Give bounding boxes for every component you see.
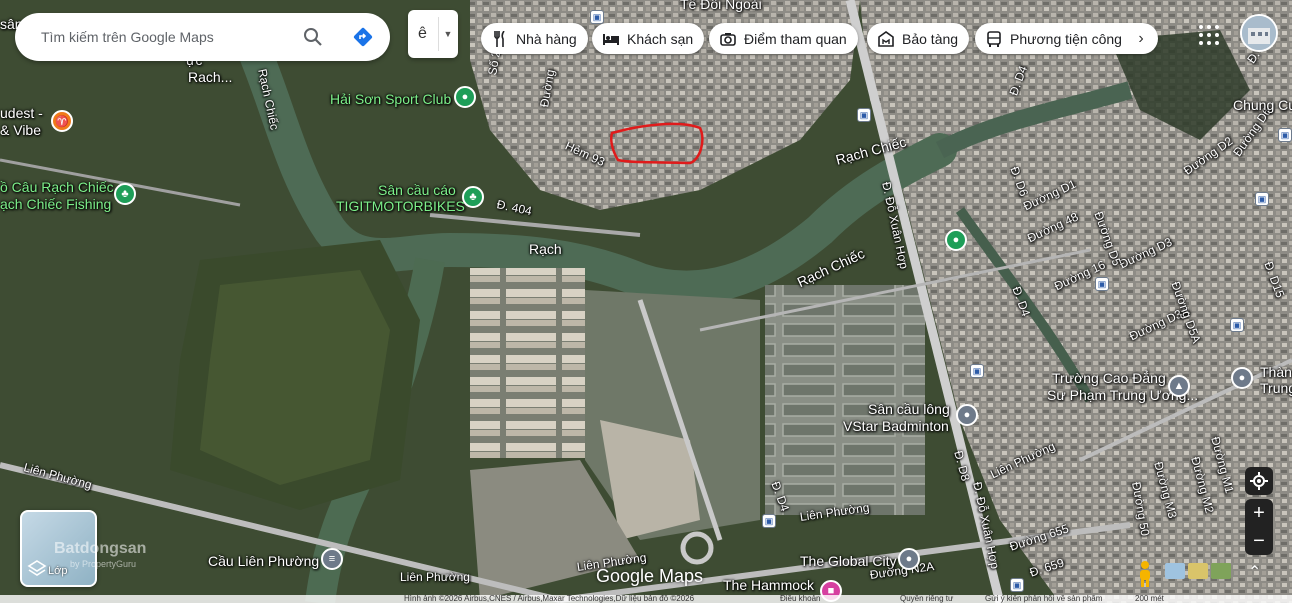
- park-pin-icon[interactable]: ●: [945, 229, 967, 251]
- thumbnail[interactable]: [1188, 563, 1208, 579]
- search-input[interactable]: [39, 28, 293, 46]
- pegman-icon[interactable]: [1133, 560, 1157, 588]
- layers-label: Lớp: [48, 565, 68, 577]
- place-pin-icon[interactable]: ●: [1231, 367, 1253, 389]
- poi-label[interactable]: ạch Chiếc Fishing: [0, 196, 111, 212]
- chip-label: Khách sạn: [627, 30, 694, 47]
- place-pin-icon[interactable]: ●: [898, 548, 920, 570]
- bus-stop-icon[interactable]: ▣: [1255, 192, 1269, 206]
- avatar[interactable]: [1240, 14, 1278, 52]
- chip-label: Nhà hàng: [516, 30, 577, 47]
- poi-label[interactable]: Chung Cư: [1233, 97, 1292, 113]
- my-location-button[interactable]: [1245, 467, 1273, 495]
- footer-bar: Hình ảnh ©2026 Airbus,CNES / Airbus,Maxa…: [0, 595, 1292, 603]
- thumbnail[interactable]: [1165, 563, 1185, 579]
- poi-label[interactable]: udest -: [0, 105, 43, 121]
- chip-attractions[interactable]: Điểm tham quan: [709, 23, 858, 54]
- bus-stop-icon[interactable]: ▣: [1278, 128, 1292, 142]
- bed-icon: [602, 30, 620, 48]
- poi-label[interactable]: Sân cầu cáo: [378, 182, 456, 198]
- imagery-thumbnails[interactable]: [1165, 563, 1261, 585]
- zoom-in-button[interactable]: +: [1245, 499, 1273, 527]
- bus-stop-icon[interactable]: ▣: [590, 10, 604, 24]
- bus-stop-icon[interactable]: ▣: [1230, 318, 1244, 332]
- privacy-link[interactable]: Quyền riêng tư: [900, 595, 953, 603]
- map-label[interactable]: Rach...: [188, 69, 232, 85]
- language-value: ê: [418, 25, 427, 42]
- poi-label[interactable]: Cầu Liên Phường: [208, 553, 319, 569]
- chip-label: Phương tiện công: [1010, 30, 1122, 47]
- chevron-down-icon[interactable]: ▼: [438, 17, 457, 51]
- crosshair-icon: [1250, 472, 1268, 490]
- camera-icon: [719, 30, 737, 48]
- bus-stop-icon[interactable]: ▣: [1010, 578, 1024, 592]
- scale-text[interactable]: 200 mét: [1135, 595, 1164, 603]
- poi-label[interactable]: Sân cầu lông: [868, 401, 950, 417]
- school-pin-icon[interactable]: ▲: [1168, 375, 1190, 397]
- directions-icon[interactable]: [351, 25, 375, 49]
- thumbnail[interactable]: [1211, 563, 1231, 579]
- satellite-map[interactable]: [0, 0, 1292, 603]
- search-box[interactable]: [15, 13, 390, 61]
- watermark: Batdongsan: [54, 540, 147, 557]
- museum-icon: [877, 30, 895, 48]
- chip-label: Bảo tàng: [902, 30, 959, 47]
- poi-label[interactable]: Thàn: [1260, 364, 1292, 380]
- bus-stop-icon[interactable]: ▣: [762, 514, 776, 528]
- attribution-text: Hình ảnh ©2026 Airbus,CNES / Airbus,Maxa…: [404, 595, 695, 603]
- bus-icon: [985, 30, 1003, 48]
- road-label: Liên Phường: [400, 570, 470, 584]
- place-pin-icon[interactable]: ●: [956, 404, 978, 426]
- language-selector[interactable]: ê ▼: [408, 10, 458, 58]
- drink-pin-icon[interactable]: ♈: [51, 110, 73, 132]
- fishing-pin-icon[interactable]: ♣: [114, 183, 136, 205]
- poi-label[interactable]: Hải Sơn Sport Club: [330, 91, 451, 107]
- chip-hotels[interactable]: Khách sạn: [592, 23, 705, 54]
- poi-label[interactable]: ồ Câu Rạch Chiếc: [0, 179, 114, 195]
- chip-label: Điểm tham quan: [744, 30, 847, 47]
- poi-label[interactable]: TIGITMOTORBIKES: [336, 198, 465, 214]
- bus-stop-icon[interactable]: ▣: [970, 364, 984, 378]
- tree-pin-icon[interactable]: ♣: [462, 186, 484, 208]
- river-label: Rạch: [529, 241, 562, 257]
- watermark-sub: by PropertyGuru: [70, 559, 137, 569]
- search-icon[interactable]: [301, 25, 325, 49]
- feedback-link[interactable]: Gửi ý kiến phản hồi về sản phẩm: [985, 595, 1102, 603]
- chip-restaurants[interactable]: Nhà hàng: [481, 23, 588, 54]
- poi-label[interactable]: Trung: [1260, 380, 1292, 396]
- zoom-out-button[interactable]: −: [1245, 527, 1273, 555]
- apps-grid-icon[interactable]: [1198, 24, 1220, 46]
- chevron-right-icon[interactable]: ›: [1126, 24, 1156, 54]
- poi-label[interactable]: & Vibe: [0, 122, 41, 138]
- poi-label[interactable]: VStar Badminton: [843, 418, 949, 434]
- chip-museums[interactable]: Bảo tàng: [867, 23, 970, 54]
- fork-knife-icon: [491, 30, 509, 48]
- map-label[interactable]: Tế Đôi Ngoài: [680, 0, 762, 12]
- expand-icon[interactable]: ⌃: [1248, 562, 1266, 581]
- terms-link[interactable]: Điều khoản: [780, 595, 820, 603]
- park-pin-icon[interactable]: ●: [454, 86, 476, 108]
- google-maps-logo: Google Maps: [596, 566, 704, 586]
- bus-stop-icon[interactable]: ▣: [857, 108, 871, 122]
- bus-stop-icon[interactable]: ▣: [1095, 277, 1109, 291]
- bridge-pin-icon[interactable]: ≡: [321, 548, 343, 570]
- layers-icon: [27, 560, 47, 576]
- poi-label[interactable]: Trường Cao Đẳng: [1052, 370, 1166, 386]
- poi-label[interactable]: The Hammock: [723, 577, 814, 593]
